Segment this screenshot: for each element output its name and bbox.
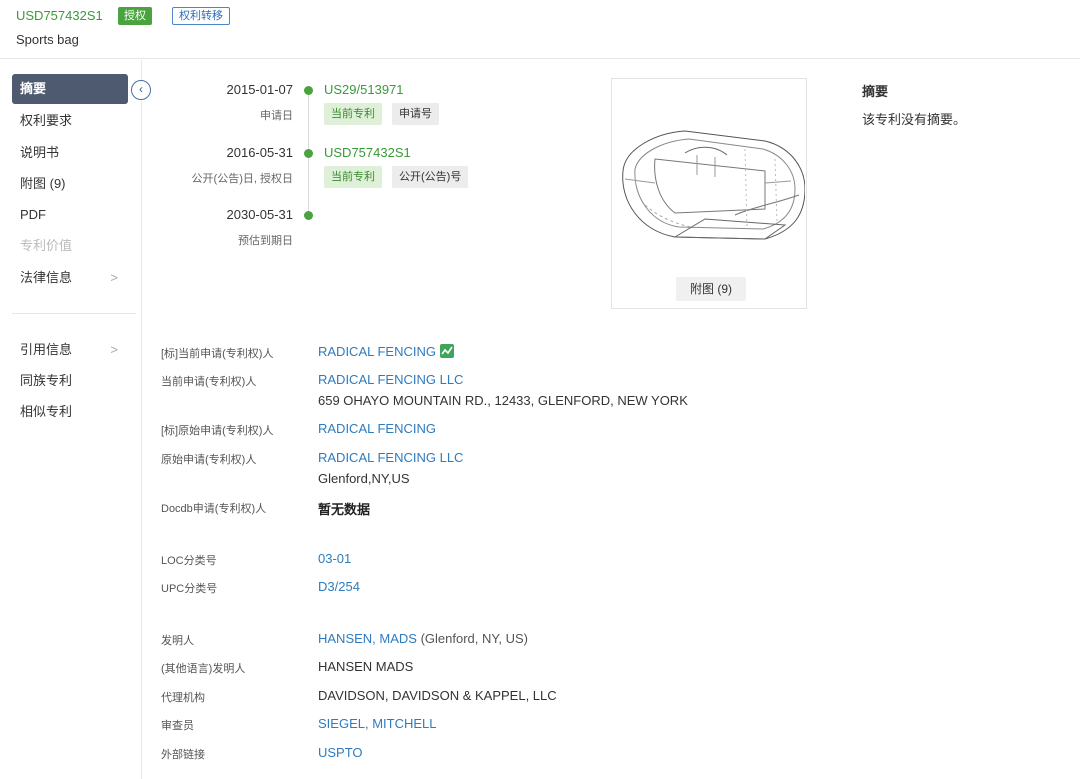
inventor-location: (Glenford, NY, US) xyxy=(416,631,528,646)
publication-number-tag: 公开(公告)号 xyxy=(392,166,469,188)
loc-link[interactable]: 03-01 xyxy=(318,551,351,566)
current-applicant-link[interactable]: RADICAL FENCING LLC xyxy=(318,372,463,387)
expiry-date: 2030-05-31 xyxy=(226,207,294,222)
transfer-badge[interactable]: 权利转移 xyxy=(172,7,230,25)
current-applicant-address: 659 OHAYO MOUNTAIN RD., 12433, GLENFORD,… xyxy=(318,393,688,408)
timeline-dot xyxy=(304,211,313,220)
publication-date: 2016-05-31 xyxy=(226,145,294,160)
patent-header: USD757432S1 授权 权利转移 Sports bag xyxy=(0,0,1080,59)
publication-date-label: 公开(公告)日, 授权日 xyxy=(191,173,293,185)
status-badge: 授权 xyxy=(118,7,152,25)
expiry-date-label: 预估到期日 xyxy=(238,235,293,247)
std-original-applicant-link[interactable]: RADICAL FENCING xyxy=(318,421,436,436)
upc-label: UPC分类号 xyxy=(161,583,218,595)
chevron-right-icon: > xyxy=(110,270,118,285)
abstract-title: 摘要 xyxy=(862,84,889,99)
original-applicant-link[interactable]: RADICAL FENCING LLC xyxy=(318,450,463,465)
examiner-link[interactable]: SIEGEL, MITCHELL xyxy=(318,716,436,731)
figures-button[interactable]: 附图 (9) xyxy=(676,277,746,301)
application-date-label: 申请日 xyxy=(260,110,293,122)
loc-label: LOC分类号 xyxy=(161,555,217,567)
sidebar-item-claims[interactable]: 权利要求 xyxy=(12,106,128,136)
sidebar-nav: 摘要 权利要求 说明书 附图 (9) PDF 专利价值 法律信息 > 引用信息 > … xyxy=(0,60,142,779)
agency-value: DAVIDSON, DAVIDSON & KAPPEL, LLC xyxy=(318,688,557,703)
examiner-label: 审查员 xyxy=(161,720,194,732)
std-current-applicant-value[interactable]: RADICAL FENCING xyxy=(318,344,454,359)
patent-number: USD757432S1 xyxy=(16,8,103,23)
sidebar-item-label: 附图 (9) xyxy=(20,176,66,191)
sidebar-item-label: 摘要 xyxy=(20,81,47,96)
uspto-link[interactable]: USPTO xyxy=(318,745,363,760)
sidebar-item-label: 专利价值 xyxy=(20,238,73,253)
abstract-text: 该专利没有摘要。 xyxy=(862,112,967,127)
original-applicant-label: 原始申请(专利权)人 xyxy=(161,454,257,466)
patent-title: Sports bag xyxy=(16,32,79,47)
timeline-dot xyxy=(304,149,313,158)
sidebar-item-family[interactable]: 同族专利 xyxy=(12,366,128,396)
sidebar-item-figures[interactable]: 附图 (9) xyxy=(12,169,128,199)
sports-bag-drawing xyxy=(622,130,805,240)
chevron-right-icon: > xyxy=(110,342,118,357)
sidebar-item-label: 法律信息 xyxy=(20,270,73,285)
sidebar-item-abstract[interactable]: 摘要 xyxy=(12,74,128,104)
sidebar-item-label: 说明书 xyxy=(20,145,60,160)
agency-label: 代理机构 xyxy=(161,692,205,704)
docdb-applicant-value: 暂无数据 xyxy=(318,502,371,517)
sidebar-item-label: 相似专利 xyxy=(20,404,73,419)
sidebar-item-description[interactable]: 说明书 xyxy=(12,138,128,168)
sidebar-item-similar[interactable]: 相似专利 xyxy=(12,397,128,427)
stats-chart-icon[interactable] xyxy=(439,344,454,358)
inventor-label: 发明人 xyxy=(161,635,194,647)
sidebar-item-patent-value: 专利价值 xyxy=(12,231,128,261)
std-original-applicant-label: [标]原始申请(专利权)人 xyxy=(161,425,274,437)
docdb-applicant-label: Docdb申请(专利权)人 xyxy=(161,503,267,515)
application-number-tag: 申请号 xyxy=(392,103,439,125)
application-number-link[interactable]: US29/513971 xyxy=(324,82,404,97)
original-applicant-address: Glenford,NY,US xyxy=(318,471,410,486)
sidebar-item-pdf[interactable]: PDF xyxy=(12,200,128,230)
current-patent-tag: 当前专利 xyxy=(324,103,382,125)
figure-thumbnail[interactable]: 附图 (9) xyxy=(611,78,807,309)
current-applicant-label: 当前申请(专利权)人 xyxy=(161,376,257,388)
std-current-applicant-label: [标]当前申请(专利权)人 xyxy=(161,348,274,360)
external-link-label: 外部链接 xyxy=(161,749,205,761)
inventor-value[interactable]: HANSEN, MADS (Glenford, NY, US) xyxy=(318,631,528,646)
sidebar-item-label: 引用信息 xyxy=(20,342,73,357)
sidebar-item-label: PDF xyxy=(20,207,46,222)
std-current-applicant-link[interactable]: RADICAL FENCING xyxy=(318,344,436,359)
sidebar-item-citations[interactable]: 引用信息 > xyxy=(12,335,128,365)
application-date: 2015-01-07 xyxy=(226,82,294,97)
sidebar-item-legal-info[interactable]: 法律信息 > xyxy=(12,263,128,293)
current-patent-tag: 当前专利 xyxy=(324,166,382,188)
publication-number-link[interactable]: USD757432S1 xyxy=(324,145,411,160)
inventor-other-value: HANSEN MADS xyxy=(318,659,414,674)
timeline-dot xyxy=(304,86,313,95)
inventor-other-label: (其他语言)发明人 xyxy=(161,663,246,675)
sidebar-divider xyxy=(12,313,136,314)
upc-link[interactable]: D3/254 xyxy=(318,579,360,594)
sidebar-item-label: 同族专利 xyxy=(20,373,73,388)
sidebar-item-label: 权利要求 xyxy=(20,113,73,128)
inventor-link[interactable]: HANSEN, MADS xyxy=(318,631,417,646)
